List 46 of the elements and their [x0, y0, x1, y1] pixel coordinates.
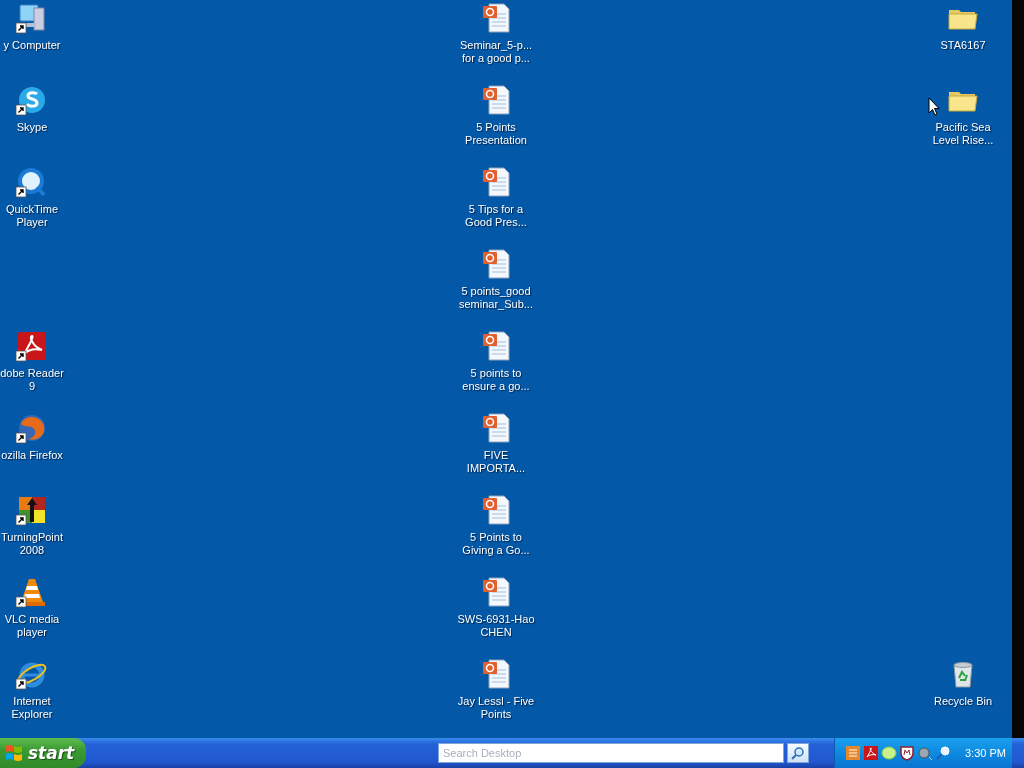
icon-label[interactable]: Recycle Bin	[933, 695, 993, 708]
presentation-file-icon[interactable]	[480, 84, 512, 116]
icon-label[interactable]: 5 Tips for a Good Pres...	[456, 203, 536, 229]
shortcut-pdf-reader-icon[interactable]	[16, 330, 48, 362]
shortcut-quadrant-arrow-icon[interactable]	[16, 494, 48, 526]
presentation-file-icon[interactable]	[480, 576, 512, 608]
presentation-file-icon[interactable]	[480, 166, 512, 198]
shield-icon[interactable]	[899, 745, 915, 761]
mouse-pointer-icon	[928, 97, 940, 116]
icon-label[interactable]: dobe Reader 9	[0, 367, 64, 393]
shortcut-computer-icon[interactable]	[16, 2, 48, 34]
icon-label[interactable]: Jay Lessl - Five Points	[456, 695, 536, 721]
icon-label[interactable]: FIVE IMPORTA...	[456, 449, 536, 475]
presentation-file-icon[interactable]	[480, 248, 512, 280]
icon-label[interactable]: Seminar_5-p... for a good p...	[456, 39, 536, 65]
icon-label[interactable]: TurningPoint 2008	[0, 531, 64, 557]
icon-label[interactable]: VLC media player	[0, 613, 64, 639]
search-button[interactable]	[787, 743, 809, 763]
shortcut-fox-globe-icon[interactable]	[16, 412, 48, 444]
presentation-file-icon[interactable]	[480, 658, 512, 690]
icon-label[interactable]: STA6167	[940, 39, 986, 52]
icon-label[interactable]: QuickTime Player	[0, 203, 64, 229]
search-field[interactable]: Search Desktop	[438, 743, 784, 763]
start-button[interactable]: start	[0, 738, 86, 768]
icon-label[interactable]: SWS-6931-Hao CHEN	[456, 613, 536, 639]
icon-label[interactable]: 5 Points Presentation	[456, 121, 536, 147]
icon-label[interactable]: Skype	[16, 121, 48, 134]
stacked-box-icon[interactable]	[845, 745, 861, 761]
icon-label[interactable]: 5 Points to Giving a Go...	[456, 531, 536, 557]
shortcut-traffic-cone-icon[interactable]	[16, 576, 48, 608]
pdf-tray-icon[interactable]	[863, 745, 879, 761]
presentation-file-icon[interactable]	[480, 330, 512, 362]
shortcut-speech-s-icon[interactable]	[16, 84, 48, 116]
icon-label[interactable]: 5 points_good seminar_Sub...	[456, 285, 536, 311]
magnifier-icon[interactable]	[935, 745, 951, 761]
icon-label[interactable]: y Computer	[3, 39, 61, 52]
clock: 3:30 PM	[965, 747, 1006, 759]
icon-label[interactable]: ozilla Firefox	[1, 449, 63, 462]
presentation-file-icon[interactable]	[480, 494, 512, 526]
shortcut-q-circle-icon[interactable]	[16, 166, 48, 198]
presentation-file-icon[interactable]	[480, 412, 512, 444]
icon-label[interactable]: Pacific Sea Level Rise...	[923, 121, 1003, 147]
presentation-file-icon[interactable]	[480, 2, 512, 34]
icon-label[interactable]: Internet Explorer	[0, 695, 64, 721]
icon-label[interactable]: 5 points to ensure a go...	[456, 367, 536, 393]
windows-flag-icon	[4, 743, 24, 763]
